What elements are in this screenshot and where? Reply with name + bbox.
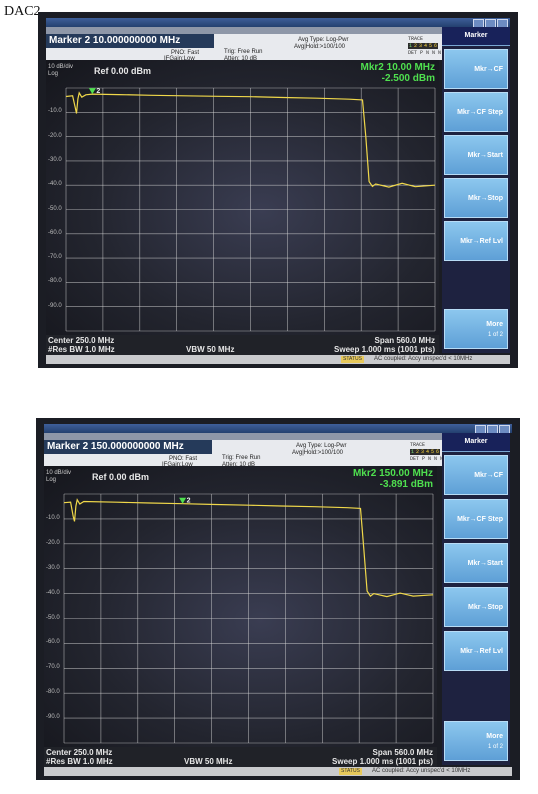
window-titlebar xyxy=(44,424,512,434)
sweep: Sweep 1.000 ms (1001 pts) xyxy=(334,345,435,354)
trigger-setting: Trig: Free Run xyxy=(222,455,261,461)
vbw: VBW 50 MHz xyxy=(186,345,235,354)
marker-title: Marker 2 10.000000000 MHz xyxy=(46,34,214,48)
marker-amplitude: -3.891 dBm xyxy=(379,479,433,490)
mkr-to-start-button[interactable]: Mkr→Start xyxy=(444,135,508,175)
marker-title: Marker 2 150.000000000 MHz xyxy=(44,440,212,454)
marker-label: 2 xyxy=(96,88,100,95)
y-tick-label: -20.0 xyxy=(48,132,62,139)
avg-hold: Avg|Hold:>100/100 xyxy=(292,450,343,456)
marker-diamond xyxy=(88,88,96,95)
menu-bar[interactable] xyxy=(44,433,444,440)
mkr-to-stop-button[interactable]: Mkr→Stop xyxy=(444,587,508,627)
y-tick-label: -60.0 xyxy=(46,639,60,646)
status-badge[interactable]: STATUS xyxy=(341,356,364,363)
y-tick-label: -50.0 xyxy=(46,614,60,621)
mkr-to-cf-button[interactable]: Mkr→CF xyxy=(444,455,508,495)
status-message: AC coupled: Accy unspec'd < 10MHz xyxy=(374,356,473,362)
y-tick-label: -30.0 xyxy=(46,564,60,571)
y-tick-label: -80.0 xyxy=(46,689,60,696)
y-tick-label: -90.0 xyxy=(46,714,60,721)
y-tick-label: -50.0 xyxy=(48,205,62,212)
softkey-panel: Marker Mkr→CF Mkr→CF Step Mkr→Start Mkr→… xyxy=(442,433,510,765)
analyzer-screen-1: Marker 2 10.000000000 MHz PNO: Fast IFGa… xyxy=(38,12,518,368)
bottom-annotation: Center 250.0 MHz #Res BW 1.0 MHz VBW 50 … xyxy=(46,335,439,355)
more-label: More xyxy=(486,733,503,740)
ref-level: Ref 0.00 dBm xyxy=(92,472,150,482)
settings-bar: Marker 2 150.000000000 MHz PNO: Fast IFG… xyxy=(44,440,456,468)
trace-indicator: TRACE 123456 DET P N N N N N xyxy=(410,442,456,464)
y-tick-label: -10.0 xyxy=(48,108,62,115)
status-message: AC coupled: Accy unspec'd < 10MHz xyxy=(372,768,471,774)
res-bw: #Res BW 1.0 MHz xyxy=(48,345,115,354)
marker-diamond xyxy=(179,497,187,504)
det-row: DET P N N N N N xyxy=(410,456,456,462)
status-badge[interactable]: STATUS xyxy=(339,768,362,775)
status-bar: STATUS AC coupled: Accy unspec'd < 10MHz xyxy=(44,767,512,776)
y-tick-label: -40.0 xyxy=(46,589,60,596)
marker-label: 2 xyxy=(187,498,191,505)
softkey-menu-title: Marker xyxy=(442,27,510,46)
mkr-to-cf-step-button[interactable]: Mkr→CF Step xyxy=(444,499,508,539)
more-page: 1 of 2 xyxy=(487,744,503,750)
mkr-to-cf-step-button[interactable]: Mkr→CF Step xyxy=(444,92,508,132)
more-button[interactable]: More 1 of 2 xyxy=(444,721,508,761)
settings-bar: Marker 2 10.000000000 MHz PNO: Fast IFGa… xyxy=(46,34,454,62)
span: Span 560.0 MHz xyxy=(372,748,433,757)
y-tick-label: -70.0 xyxy=(48,254,62,261)
center-frequency: Center 250.0 MHz xyxy=(46,748,113,757)
trace-indicator: TRACE 123456 DET P N N N N N xyxy=(408,36,454,58)
mkr-to-cf-button[interactable]: Mkr→CF xyxy=(444,49,508,89)
trace-numbers: 123456 xyxy=(410,449,440,455)
trace-label: TRACE xyxy=(410,442,426,448)
softkey-menu-title: Marker xyxy=(442,433,510,452)
mkr-to-stop-button[interactable]: Mkr→Stop xyxy=(444,178,508,218)
y-tick-label: -20.0 xyxy=(46,539,60,546)
vbw: VBW 50 MHz xyxy=(184,757,233,766)
spectrum-chart: 2 xyxy=(65,87,436,332)
trigger-setting: Trig: Free Run xyxy=(224,49,263,55)
bottom-annotation: Center 250.0 MHz #Res BW 1.0 MHz VBW 50 … xyxy=(44,747,437,767)
trace-label: TRACE xyxy=(408,36,424,42)
marker-amplitude: -2.500 dBm xyxy=(381,73,435,84)
spectrum-plot[interactable]: 2 10 dB/div Log Ref 0.00 dBm Mkr2 10.00 M… xyxy=(46,60,439,335)
mkr-to-ref-lvl-button[interactable]: Mkr→Ref Lvl xyxy=(444,221,508,261)
y-tick-label: -70.0 xyxy=(46,664,60,671)
mkr-to-start-button[interactable]: Mkr→Start xyxy=(444,543,508,583)
more-button[interactable]: More 1 of 2 xyxy=(444,309,508,349)
more-page: 1 of 2 xyxy=(487,332,503,338)
y-tick-label: -60.0 xyxy=(48,229,62,236)
scale-label: 10 dB/div Log xyxy=(48,64,74,77)
avg-type: Avg Type: Log-Pwr xyxy=(298,37,349,43)
page-label: DAC2 xyxy=(4,4,41,19)
avg-type: Avg Type: Log-Pwr xyxy=(296,443,347,449)
avg-hold: Avg|Hold:>100/100 xyxy=(294,44,345,50)
sweep: Sweep 1.000 ms (1001 pts) xyxy=(332,757,433,766)
y-tick-label: -10.0 xyxy=(46,514,60,521)
softkey-panel: Marker Mkr→CF Mkr→CF Step Mkr→Start Mkr→… xyxy=(442,27,510,353)
marker-frequency: Mkr2 150.00 MHz xyxy=(352,468,433,479)
more-label: More xyxy=(486,321,503,328)
y-tick-label: -80.0 xyxy=(48,278,62,285)
center-frequency: Center 250.0 MHz xyxy=(48,336,115,345)
ref-level: Ref 0.00 dBm xyxy=(94,66,152,76)
span: Span 560.0 MHz xyxy=(374,336,435,345)
scale-label: 10 dB/div Log xyxy=(46,470,72,483)
mkr-to-ref-lvl-button[interactable]: Mkr→Ref Lvl xyxy=(444,631,508,671)
spectrum-chart: 2 xyxy=(63,493,434,744)
menu-bar[interactable] xyxy=(46,27,442,34)
y-tick-label: -90.0 xyxy=(48,302,62,309)
det-row: DET P N N N N N xyxy=(408,50,454,56)
analyzer-screen-2: Marker 2 150.000000000 MHz PNO: Fast IFG… xyxy=(36,418,520,780)
marker-readout: Mkr2 150.00 MHz -3.891 dBm xyxy=(353,468,433,490)
marker-frequency: Mkr2 10.00 MHz xyxy=(360,62,435,73)
window-titlebar xyxy=(46,18,510,28)
spectrum-plot[interactable]: 2 10 dB/div Log Ref 0.00 dBm Mkr2 150.00 … xyxy=(44,466,437,747)
status-bar: STATUS AC coupled: Accy unspec'd < 10MHz xyxy=(46,355,510,364)
res-bw: #Res BW 1.0 MHz xyxy=(46,757,113,766)
y-tick-label: -40.0 xyxy=(48,181,62,188)
marker-readout: Mkr2 10.00 MHz -2.500 dBm xyxy=(361,62,435,84)
trace-numbers: 123456 xyxy=(408,43,438,49)
y-tick-label: -30.0 xyxy=(48,156,62,163)
